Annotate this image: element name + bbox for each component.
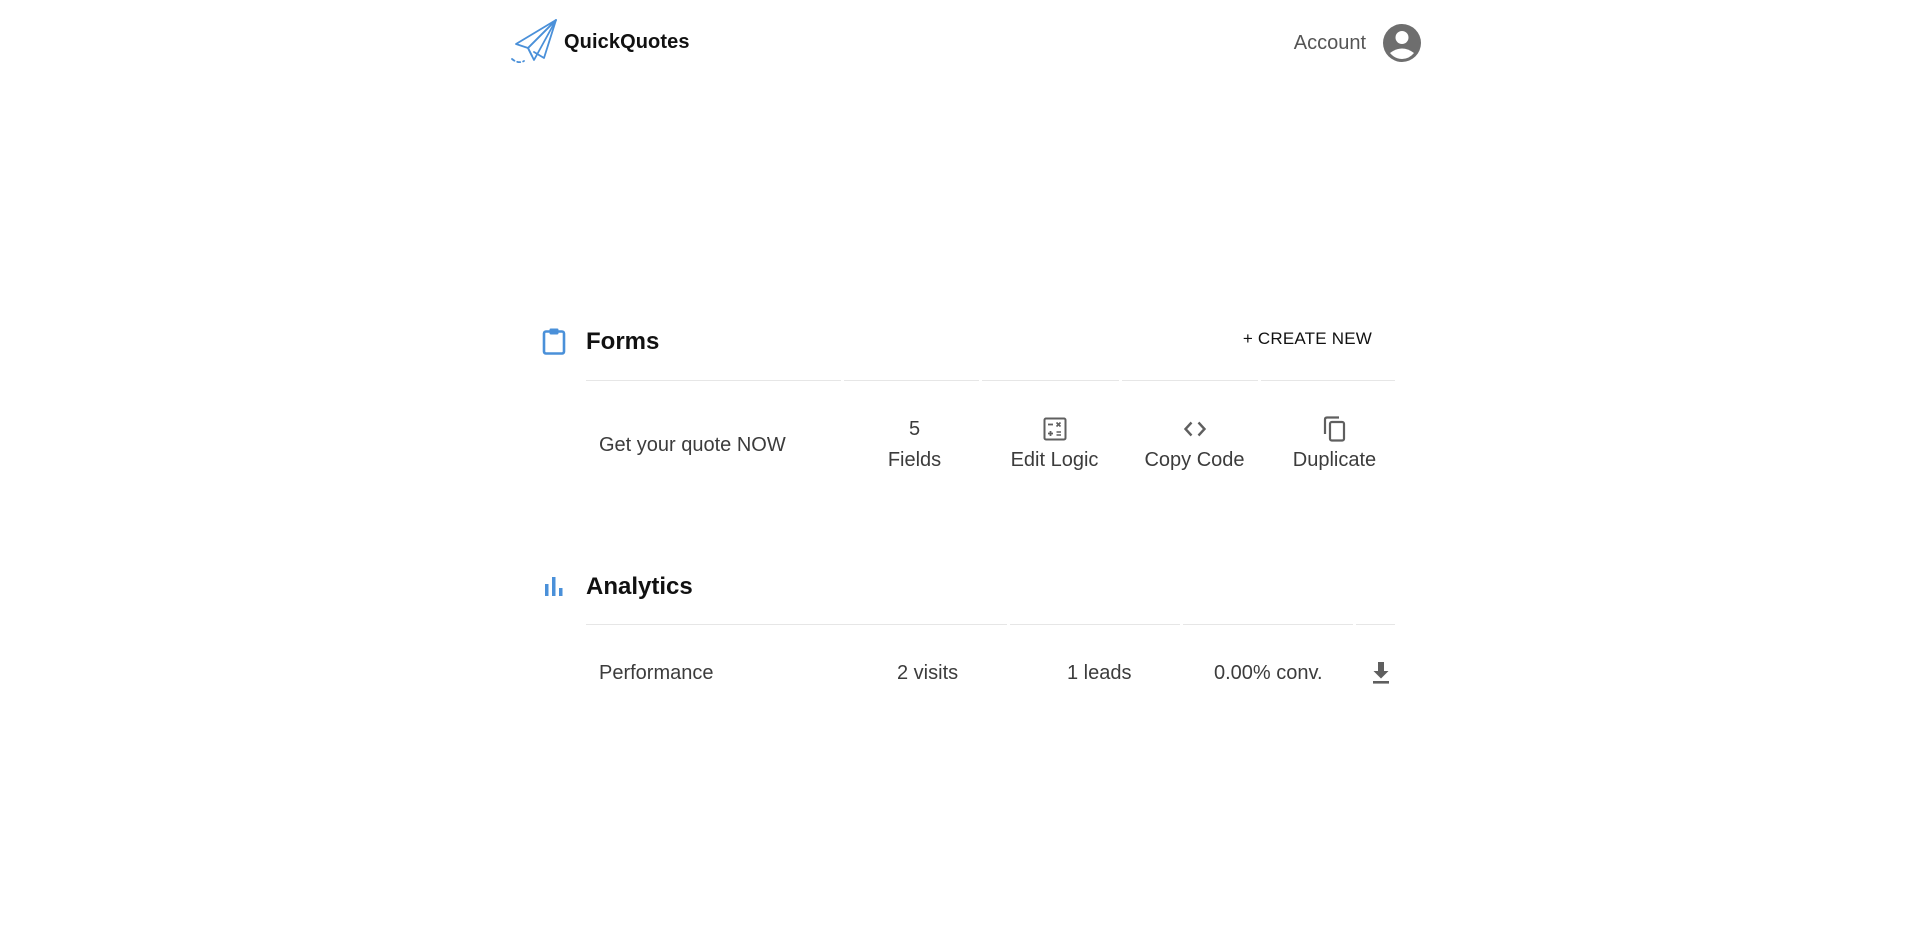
duplicate-label: Duplicate (1292, 449, 1377, 471)
brand-name: QuickQuotes (564, 30, 690, 53)
analytics-row: Performance 2 visits 1 leads 0.00% conv. (586, 626, 1398, 686)
edit-logic-button[interactable]: Edit Logic (986, 414, 1123, 472)
bar-chart-icon (545, 577, 563, 596)
copy-icon (1323, 416, 1345, 442)
code-icon (1183, 421, 1206, 437)
account-circle-icon (1383, 24, 1421, 62)
form-row: Get your quote NOW 5 Fields Edit Logic C… (586, 382, 1398, 482)
create-new-button[interactable]: + CREATE NEW (1243, 329, 1372, 349)
conversion-rate: 0.00% conv. (1214, 662, 1323, 684)
analytics-header: Analytics (540, 570, 1390, 602)
brand-link[interactable]: QuickQuotes (510, 18, 690, 66)
clipboard-icon (542, 328, 566, 355)
performance-label: Performance (599, 662, 714, 684)
visits-count: 2 visits (897, 662, 959, 684)
form-name[interactable]: Get your quote NOW (599, 434, 786, 457)
copy-code-button[interactable]: Copy Code (1126, 414, 1263, 472)
analytics-section: Analytics Performance 2 visits 1 leads 0… (540, 570, 1396, 684)
copy-code-label: Copy Code (1144, 449, 1245, 471)
edit-logic-label: Edit Logic (1010, 449, 1099, 471)
calculator-icon (1043, 417, 1066, 441)
fields-label: Fields (887, 449, 942, 471)
paper-plane-icon (511, 19, 557, 64)
forms-table: Get your quote NOW 5 Fields Edit Logic C… (586, 380, 1398, 482)
forms-title: Forms (586, 328, 660, 355)
account-label: Account (1293, 31, 1366, 54)
analytics-title: Analytics (586, 573, 693, 600)
leads-count: 1 leads (1067, 662, 1132, 684)
forms-header: Forms + CREATE NEW (540, 325, 1390, 357)
fields-count: 5 Fields (846, 414, 983, 472)
duplicate-button[interactable]: Duplicate (1266, 414, 1403, 472)
account-menu[interactable]: Account (1294, 23, 1422, 63)
analytics-table: Performance 2 visits 1 leads 0.00% conv. (586, 624, 1398, 686)
download-icon[interactable] (1366, 658, 1396, 688)
forms-section: Forms + CREATE NEW Get your quote NOW 5 … (540, 325, 1395, 471)
page: QuickQuotes Account Forms + CREATE NEW G… (0, 0, 1920, 938)
fields-count-value: 5 (908, 417, 921, 440)
